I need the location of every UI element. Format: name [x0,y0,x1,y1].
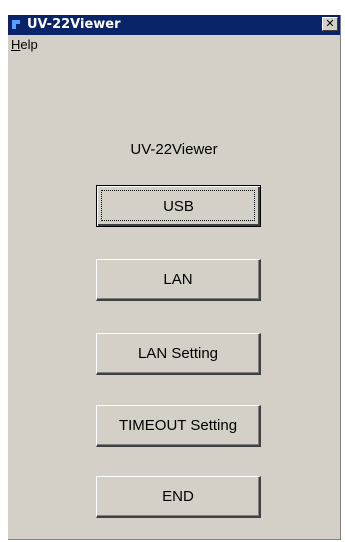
app-name-label: UV-22Viewer [130,141,218,158]
lan-button[interactable]: LAN [96,259,261,301]
lan-setting-button-label: LAN Setting [137,345,219,362]
close-icon: ✕ [325,17,335,30]
timeout-setting-button-label: TIMEOUT Setting [118,417,238,434]
lan-setting-button[interactable]: LAN Setting [96,333,261,375]
menu-bar: Help [8,35,340,55]
window-title: UV-22Viewer [27,17,121,32]
lan-button-label: LAN [163,271,193,288]
end-button-label: END [162,488,194,505]
app-icon [12,20,22,29]
app-window: UV-22Viewer ✕ Help UV-22Viewer USB LAN L… [8,15,341,540]
timeout-setting-button[interactable]: TIMEOUT Setting [96,405,261,447]
end-button[interactable]: END [96,476,261,518]
usb-button[interactable]: USB [96,185,261,227]
title-bar[interactable]: UV-22Viewer ✕ [8,15,340,35]
focus-rectangle [101,190,255,221]
close-button[interactable]: ✕ [322,17,338,31]
menu-help-label: elp [20,37,38,52]
menu-help-accelerator: H [11,37,21,52]
menu-help[interactable]: Help [11,37,38,53]
